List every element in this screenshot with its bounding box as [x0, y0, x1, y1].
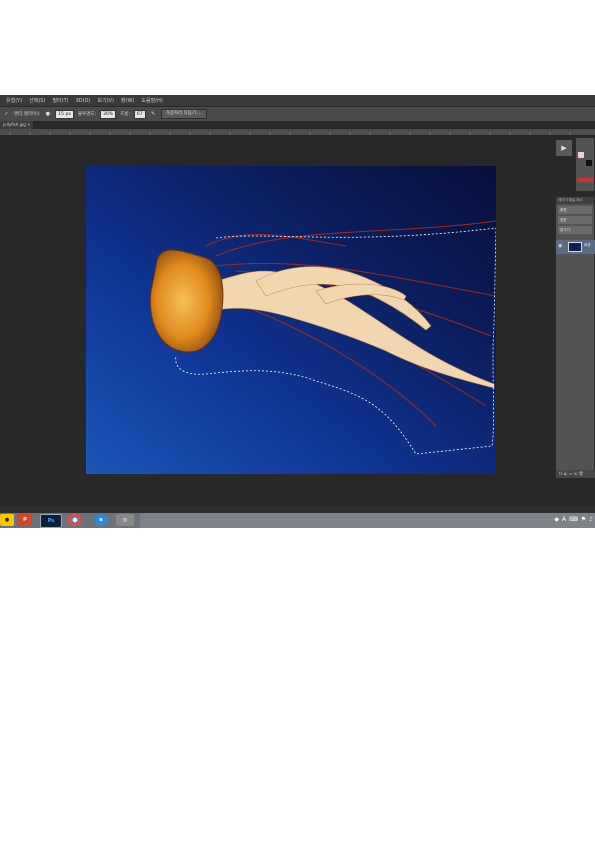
flow-field[interactable]: 67 [133, 109, 146, 119]
panel-collapse-button[interactable]: ▶ [555, 139, 573, 157]
blend-mode-select[interactable]: 표준 [558, 216, 592, 224]
options-bar: ✓ 앤티 앨리어스 ● 15 px 불투명도: 30% 흐름: 67 ✎ 가장자… [0, 107, 595, 121]
opacity-field[interactable]: 30% [100, 109, 117, 119]
ime-indicator[interactable]: A [562, 516, 566, 523]
powerpoint-icon[interactable]: P [18, 514, 32, 526]
refine-edge-button[interactable]: 가장자리 다듬기 ... [160, 109, 207, 119]
windows-taskbar: ● P Ps e ◎ ◆ A ⌨ ⚑ ♪ [0, 513, 595, 528]
menu-window[interactable]: 창(W) [121, 97, 134, 104]
lock-row: 잠그기: [558, 226, 592, 234]
menu-select[interactable]: 선택(S) [29, 97, 45, 104]
eye-icon[interactable]: ◉ [558, 243, 562, 249]
opacity-label: 불투명도: [77, 112, 97, 117]
status-bar: ▸ [0, 505, 595, 521]
color-swatches[interactable] [576, 138, 594, 188]
keyboard-icon[interactable]: ⌨ [569, 516, 578, 523]
layer-thumbnail [568, 242, 582, 252]
menu-help[interactable]: 도움말(H) [141, 97, 162, 104]
quick-select-tool-icon[interactable]: ✓ [3, 111, 10, 118]
internet-explorer-icon[interactable]: e [94, 514, 108, 526]
brush-size-field[interactable]: 15 px [55, 109, 74, 119]
menu-bar: 유형(Y) 선택(S) 필터(T) 3D(D) 보기(V) 창(W) 도움말(H… [0, 95, 595, 107]
flag-icon[interactable]: ⚑ [581, 516, 586, 523]
volume-icon[interactable]: ♪ [589, 516, 593, 523]
kakaotalk-icon[interactable]: ● [0, 514, 14, 526]
ocean-background [86, 166, 496, 474]
network-icon[interactable]: ◆ [554, 516, 559, 523]
photoshop-icon[interactable]: Ps [40, 514, 62, 528]
right-panel-dock: ▶ 레이어 채널 패스 종류 표준 잠그기: ◉ 배경 fx ◐ ▭ ⊕ 🗑 [555, 137, 595, 479]
jellyfish-bell [149, 249, 224, 353]
menu-view[interactable]: 보기(V) [97, 97, 114, 104]
layer-row-background[interactable]: ◉ 배경 [556, 240, 595, 254]
layers-panel: 레이어 채널 패스 종류 표준 잠그기: ◉ 배경 fx ◐ ▭ ⊕ 🗑 [555, 196, 595, 479]
system-tray: ◆ A ⌨ ⚑ ♪ [554, 516, 593, 523]
color-panel [575, 137, 595, 192]
layers-panel-footer: fx ◐ ▭ ⊕ 🗑 [556, 470, 595, 478]
layers-panel-tabs[interactable]: 레이어 채널 패스 [556, 197, 594, 204]
flow-label: 흐름: [120, 112, 130, 117]
brush-size-icon[interactable]: ● [44, 111, 51, 118]
antialias-checkbox[interactable]: 앤티 앨리어스 [14, 111, 40, 117]
layer-kind-filter[interactable]: 종류 [558, 206, 592, 214]
photoshop-window: 유형(Y) 선택(S) 필터(T) 3D(D) 보기(V) 창(W) 도움말(H… [0, 95, 595, 528]
airbrush-icon[interactable]: ✎ [150, 111, 157, 118]
chrome-alt-icon[interactable]: ◎ [116, 514, 134, 526]
menu-filter[interactable]: 필터(T) [52, 97, 68, 104]
image-canvas[interactable] [86, 166, 496, 474]
menu-3d[interactable]: 3D(D) [76, 98, 91, 104]
document-tab[interactable]: jellyfish.jpg × [0, 121, 35, 129]
layer-name: 배경 [584, 243, 591, 247]
chrome-icon[interactable] [68, 514, 82, 526]
menu-type[interactable]: 유형(Y) [6, 97, 22, 104]
desktop-wallpaper-strip [140, 513, 595, 528]
ruler [0, 129, 595, 136]
